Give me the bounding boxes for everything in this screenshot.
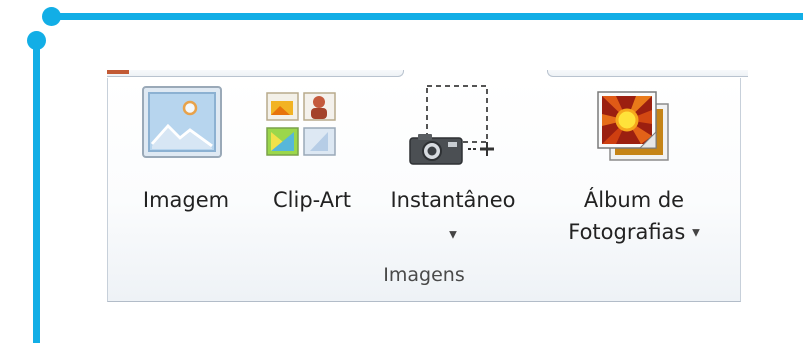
ribbon-group-body: Imagem Clip-Art Instantâneo ▼ Álbum de F… (107, 78, 741, 302)
callout-line-vertical (33, 40, 40, 343)
callout-line-horizontal (52, 13, 803, 20)
photo-album-label-line2: Fotografias (568, 220, 686, 244)
photo-album-icon (596, 90, 672, 168)
clip-art-label: Clip-Art (272, 188, 351, 212)
picture-icon (142, 86, 222, 162)
clip-art-icon (266, 92, 338, 162)
photo-album-button[interactable]: Álbum de Fotografias ▼ (538, 78, 730, 258)
callout-dot-left (27, 31, 46, 50)
photo-album-label-line2-wrap: Fotografias ▼ (538, 220, 730, 244)
screenshot-label: Instantâneo (390, 188, 516, 212)
ribbon-tab-edge-right (547, 70, 748, 77)
photo-album-dropdown-arrow[interactable]: ▼ (692, 228, 700, 239)
camera-screenshot-icon (408, 82, 494, 170)
ribbon-images-group: Imagem Clip-Art Instantâneo ▼ Álbum de F… (107, 70, 748, 302)
group-label-imagens: Imagens (383, 264, 465, 286)
page: Imagem Clip-Art Instantâneo ▼ Álbum de F… (0, 0, 803, 343)
insert-picture-button[interactable]: Imagem (126, 78, 246, 258)
screenshot-dropdown-arrow[interactable]: ▼ (370, 222, 536, 246)
ribbon-tab-edge-left (107, 70, 404, 77)
ribbon-tab-line (107, 70, 748, 77)
insert-picture-label: Imagem (142, 188, 230, 212)
clip-art-button[interactable]: Clip-Art (252, 78, 372, 258)
ribbon-tab-accent (107, 70, 129, 74)
screenshot-button[interactable]: Instantâneo ▼ (370, 78, 536, 258)
photo-album-label-line1: Álbum de (583, 188, 685, 212)
callout-dot-top (42, 7, 61, 26)
